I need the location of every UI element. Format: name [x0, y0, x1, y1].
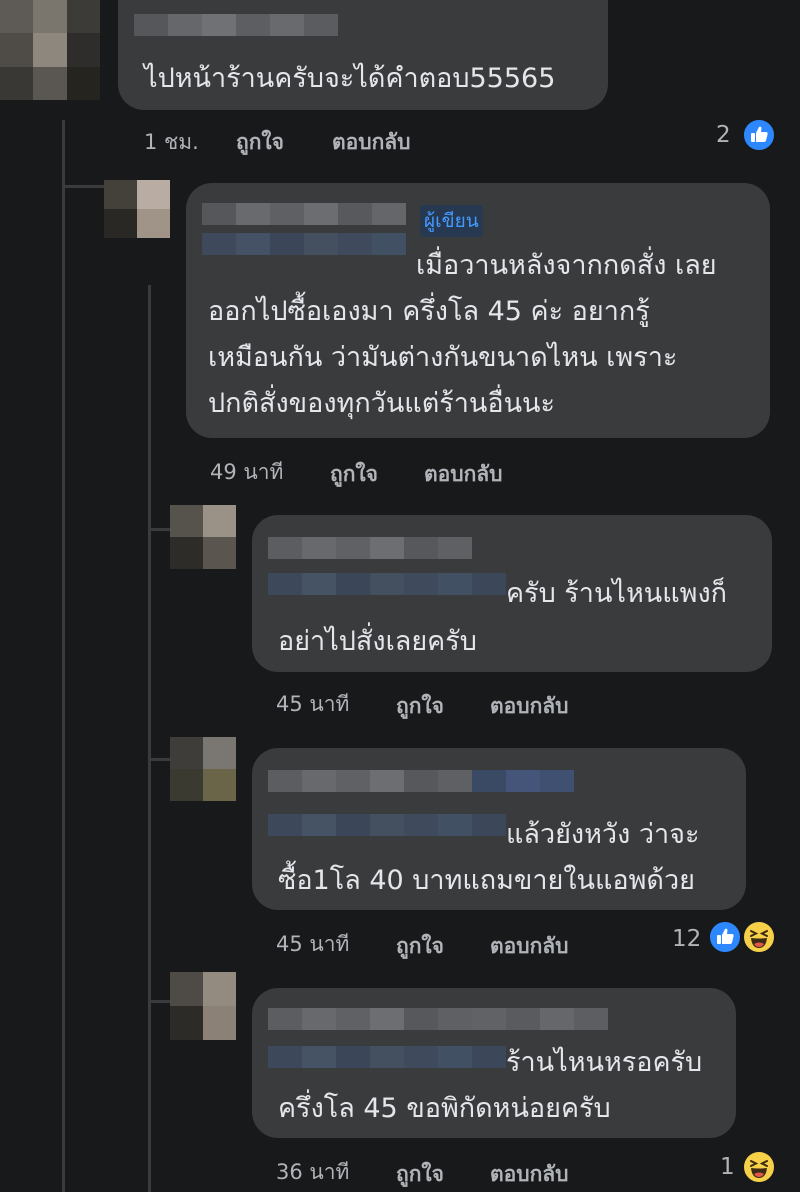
comment-time[interactable]: 45 นาที [276, 928, 349, 961]
thread-line-branch [148, 528, 170, 531]
avatar[interactable] [0, 0, 100, 100]
avatar[interactable] [104, 180, 170, 238]
comment-time[interactable]: 49 นาที [210, 456, 283, 489]
comment-time[interactable]: 36 นาที [276, 1156, 349, 1189]
comment-bubble: ครับ ร้านไหนแพงก็ อย่าไปสั่งเลยครับ [252, 515, 772, 672]
comment-text-line: ซื้อ1โล 40 บาทแถมขายในแอพด้วย [278, 865, 695, 896]
haha-icon [742, 1150, 776, 1184]
reaction-count[interactable]: 2 [716, 122, 731, 148]
like-link[interactable]: ถูกใจ [236, 126, 284, 159]
like-link[interactable]: ถูกใจ [330, 458, 378, 491]
comment-bubble: ไปหน้าร้านครับจะได้คำตอบ55565 [118, 0, 608, 110]
like-link[interactable]: ถูกใจ [396, 930, 444, 963]
reply-link[interactable]: ตอบกลับ [490, 930, 569, 963]
thread-line-branch [148, 758, 170, 761]
like-icon [708, 920, 742, 954]
blurred-author-name[interactable] [202, 203, 406, 225]
thread-line-branch [62, 185, 107, 188]
comment-text-line: ครึ่งโล 45 ขอพิกัดหน่อยครับ [278, 1093, 611, 1124]
avatar[interactable] [170, 505, 236, 569]
comment-bubble: แล้วยังหวัง ว่าจะ ซื้อ1โล 40 บาทแถมขายใน… [252, 748, 746, 910]
thread-line-main [62, 120, 65, 1192]
reaction-count[interactable]: 12 [672, 926, 701, 952]
thread-line-branch [148, 1000, 170, 1003]
comment-text-line: แล้วยังหวัง ว่าจะ [506, 819, 700, 850]
blurred-author-name[interactable] [268, 770, 574, 792]
avatar[interactable] [170, 737, 236, 801]
author-badge: ผู้เขียน [420, 205, 483, 237]
blurred-author-name[interactable] [268, 573, 506, 595]
blurred-author-name[interactable] [268, 1046, 506, 1068]
comment-text-line: อย่าไปสั่งเลยครับ [278, 626, 477, 657]
comment-time[interactable]: 1 ชม. [144, 126, 199, 159]
blurred-author-name[interactable] [134, 14, 338, 36]
reply-link[interactable]: ตอบกลับ [332, 126, 411, 159]
comment-text-line: ออกไปซื้อเองมา ครึ่งโล 45 ค่ะ อยากรู้ [208, 296, 650, 327]
like-icon [742, 118, 776, 152]
like-link[interactable]: ถูกใจ [396, 1158, 444, 1191]
reply-link[interactable]: ตอบกลับ [490, 690, 569, 723]
comment-bubble: ผู้เขียน เมื่อวานหลังจากกดสั่ง เลย ออกไป… [186, 183, 770, 438]
reaction-count[interactable]: 1 [720, 1154, 735, 1180]
haha-icon [742, 920, 776, 954]
comment-time[interactable]: 45 นาที [276, 688, 349, 721]
blurred-author-name[interactable] [268, 537, 472, 559]
blurred-author-name[interactable] [268, 814, 506, 836]
blurred-author-name[interactable] [268, 1008, 608, 1030]
comment-text-line: เมื่อวานหลังจากกดสั่ง เลย [416, 250, 717, 281]
avatar[interactable] [170, 972, 236, 1040]
comment-text-line: ร้านไหนหรอครับ [506, 1047, 703, 1078]
comment-text-line: เหมือนกัน ว่ามันต่างกันขนาดไหน เพราะ [208, 342, 678, 373]
reply-link[interactable]: ตอบกลับ [424, 458, 503, 491]
comment-text-line: ปกติสั่งของทุกวันแต่ร้านอื่นนะ [208, 388, 555, 419]
comment-text-line: ครับ ร้านไหนแพงก็ [506, 578, 727, 609]
comment-text: ไปหน้าร้านครับจะได้คำตอบ55565 [144, 63, 556, 94]
comment-bubble: ร้านไหนหรอครับ ครึ่งโล 45 ขอพิกัดหน่อยคร… [252, 988, 736, 1138]
like-link[interactable]: ถูกใจ [396, 690, 444, 723]
blurred-author-name[interactable] [202, 233, 406, 255]
reply-link[interactable]: ตอบกลับ [490, 1158, 569, 1191]
thread-line-sub [148, 285, 151, 1192]
